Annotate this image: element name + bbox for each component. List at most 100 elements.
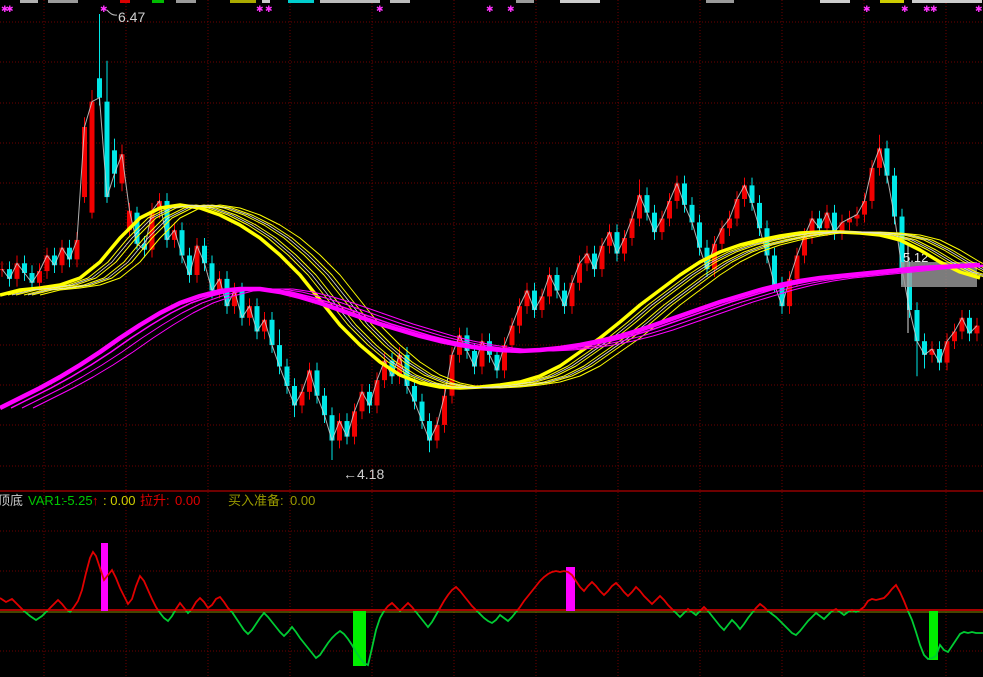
candle-body xyxy=(209,263,215,291)
lasheng-value: 0.00 xyxy=(175,493,201,508)
candle-body xyxy=(644,195,650,213)
buy-ready-label: 买入准备: xyxy=(228,493,284,508)
signal-marker-icon: ✱ xyxy=(507,4,515,14)
signal-marker-icon: ✱ xyxy=(975,4,983,14)
candle-body xyxy=(794,255,800,279)
candle-body xyxy=(674,183,680,201)
up-arrow-icon: ↑ xyxy=(92,493,99,508)
extra-value: : 0.00 xyxy=(103,493,136,508)
candle-body xyxy=(622,237,627,254)
clipped-legend-fragment xyxy=(880,0,904,3)
candle-body xyxy=(824,212,830,229)
candle-body xyxy=(719,228,725,244)
clipped-legend-fragment xyxy=(320,0,380,3)
candle-body xyxy=(869,167,875,201)
clipped-legend-fragment xyxy=(516,0,534,3)
candle-body xyxy=(772,255,777,285)
candle-body xyxy=(914,310,920,342)
signal-marker-icon: ✱ xyxy=(863,4,871,14)
clipped-legend-fragment xyxy=(120,0,130,3)
candle-body xyxy=(449,354,455,396)
candle-body xyxy=(562,290,567,307)
candle-body xyxy=(434,424,440,441)
candle-body xyxy=(74,239,80,260)
signal-marker-icon: ✱ xyxy=(486,4,494,14)
candle-body xyxy=(517,306,522,326)
candle-body xyxy=(37,271,42,283)
clipped-legend-fragment xyxy=(560,0,600,3)
candle-body xyxy=(254,306,260,332)
candle-body xyxy=(374,380,380,406)
candle-body xyxy=(584,253,590,264)
left-arrow-icon: ← xyxy=(343,466,357,482)
candle-body xyxy=(689,204,695,223)
candle-body xyxy=(472,350,477,367)
indicator-name[interactable]: 顶底 xyxy=(0,493,23,509)
candle-body xyxy=(179,230,185,256)
candle-body xyxy=(922,341,927,355)
clipped-legend-fragment xyxy=(48,0,78,3)
candle-body xyxy=(277,345,282,367)
candle-body xyxy=(817,218,822,229)
signal-marker-icon: ✱ xyxy=(100,4,108,14)
candle-body xyxy=(344,421,350,437)
candle-body xyxy=(599,245,605,270)
clipped-legend-fragment xyxy=(176,0,196,3)
candle-body xyxy=(749,185,755,203)
candle-body xyxy=(412,385,417,402)
signal-marker-icon: ✱ xyxy=(930,4,938,14)
candle-body xyxy=(307,370,312,392)
clipped-legend-fragment xyxy=(390,0,410,3)
signal-marker-icon: ✱ xyxy=(901,4,909,14)
candle-body xyxy=(22,263,27,274)
candle-body xyxy=(269,319,275,346)
candle-body xyxy=(659,218,665,233)
var1-value: -5.25 xyxy=(63,493,93,508)
candle-body xyxy=(442,395,447,425)
clipped-legend-fragment xyxy=(912,0,982,3)
candle-body xyxy=(524,290,530,307)
candle-body xyxy=(352,411,357,437)
lasheng-label: 拉升: xyxy=(140,493,170,508)
candle-body xyxy=(97,78,102,98)
candle-body xyxy=(284,366,290,386)
candle-body xyxy=(89,101,95,213)
clipped-legend-fragment xyxy=(230,0,256,3)
candle-body xyxy=(742,185,747,200)
candle-body xyxy=(187,255,192,275)
candle-body xyxy=(667,200,672,219)
candle-body xyxy=(959,317,965,332)
candle-body xyxy=(952,331,957,342)
candle-body xyxy=(202,245,207,264)
main-chart-canvas[interactable]: 5.12✱✱ ✱ ✱ ✱ ✱ ✱ ✱ ✱ ✱ ✱ ✱ ✱6.47← 4.18 xyxy=(0,0,983,677)
low-price-label: 4.18 xyxy=(357,466,384,482)
candle-body xyxy=(944,341,950,363)
signal-marker-icon: ✱ xyxy=(265,4,273,14)
candle-body xyxy=(892,175,897,217)
candle-body xyxy=(937,348,942,363)
clipped-legend-fragment xyxy=(262,0,270,3)
clipped-legend-fragment xyxy=(706,0,734,3)
high-price-label: 6.47 xyxy=(118,9,145,25)
candle-body xyxy=(682,183,687,205)
clipped-legend-fragment xyxy=(288,0,314,3)
candle-body xyxy=(494,354,500,371)
candle-body xyxy=(629,218,635,238)
candle-body xyxy=(862,200,867,215)
candle-body xyxy=(299,391,305,406)
candle-body xyxy=(569,282,575,307)
candle-body xyxy=(734,199,740,219)
clipped-legend-fragment xyxy=(820,0,850,3)
stock-chart-window: 5.12 ✱ ✱ ✱ ✱ ✱ ✱ ✱ ✱ ✱ ✱ ✱ ✱ ✱ 6.47 ← 4.18 顶底 VAR1: -5.2… xyxy=(0,0,983,677)
candle-body xyxy=(82,126,87,198)
candle-body xyxy=(577,263,582,283)
signal-marker-icon: ✱ xyxy=(6,4,14,14)
candle-body xyxy=(607,232,612,246)
signal-marker-icon: ✱ xyxy=(256,4,264,14)
candle-body xyxy=(592,253,597,270)
signal-marker-icon: ✱ xyxy=(376,4,384,14)
indicator-header: 顶底 VAR1: -5.25 ↑ : 0.00 拉升: 0.00 买入准备: 0… xyxy=(0,493,983,509)
candle-body xyxy=(884,148,890,176)
candle-body xyxy=(877,148,882,168)
candle-body xyxy=(697,222,702,248)
